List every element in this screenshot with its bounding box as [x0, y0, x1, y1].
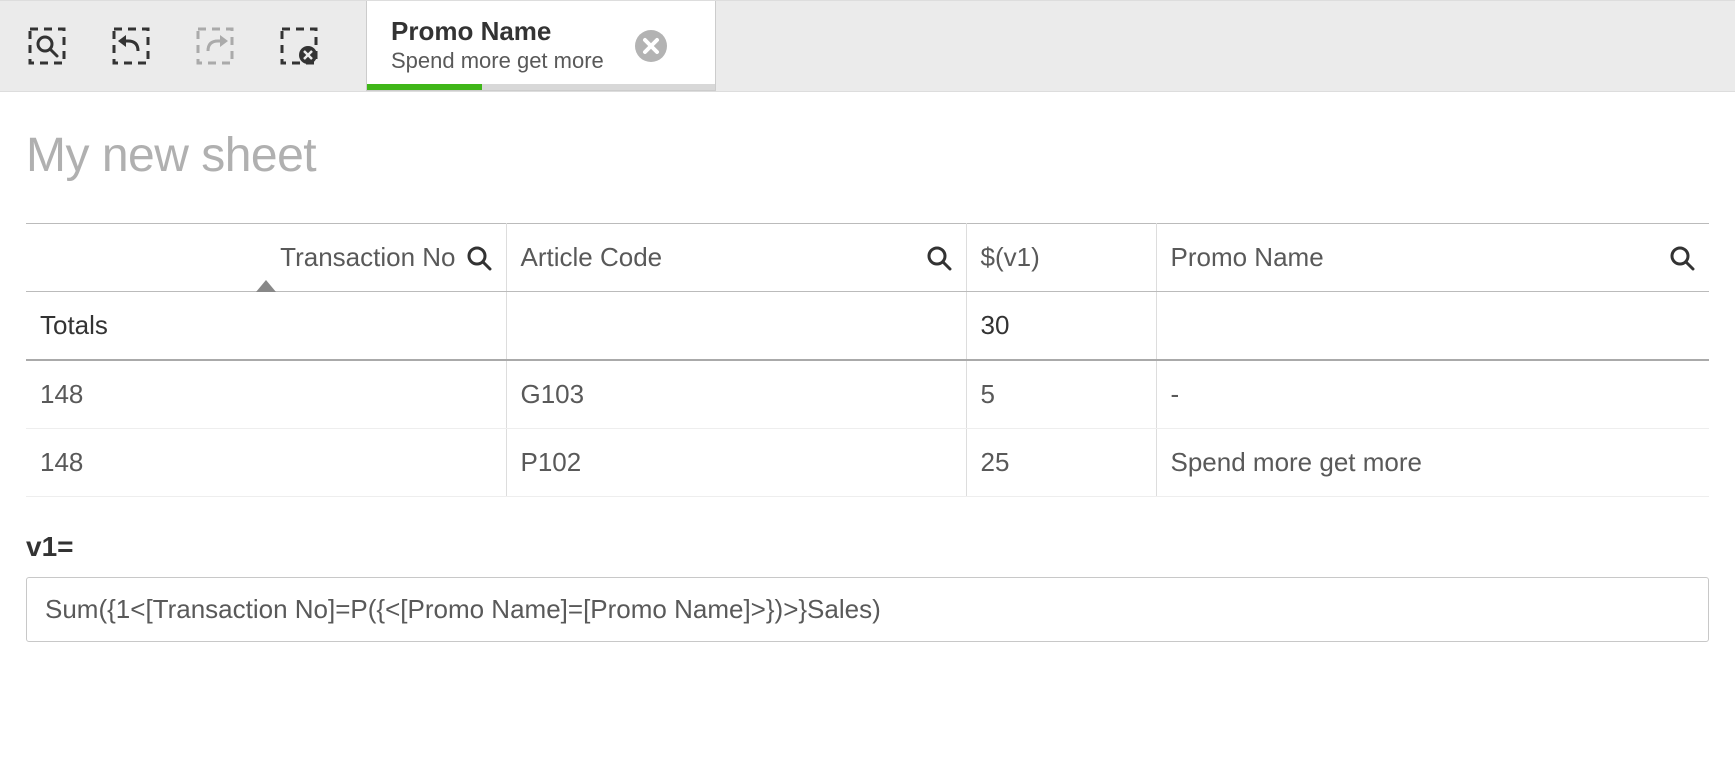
sheet-title[interactable]: My new sheet	[26, 128, 1709, 183]
totals-v1: 30	[966, 292, 1156, 361]
sort-asc-icon	[256, 280, 276, 292]
filter-progress-bar	[367, 84, 482, 90]
header-label: Promo Name	[1171, 242, 1660, 273]
redo-icon	[194, 25, 236, 67]
totals-row: Totals 30	[26, 292, 1709, 361]
search-icon	[926, 245, 952, 271]
search-icon	[466, 245, 492, 271]
header-label: Article Code	[521, 242, 916, 273]
toolbar-buttons	[0, 1, 346, 91]
search-icon	[1669, 245, 1695, 271]
step-back-button[interactable]	[108, 23, 154, 69]
column-search-button[interactable]	[466, 245, 492, 271]
cell-transaction: 148	[26, 360, 506, 429]
header-article[interactable]: Article Code	[506, 224, 966, 292]
table-row[interactable]: 148 P102 25 Spend more get more	[26, 429, 1709, 497]
step-forward-button[interactable]	[192, 23, 238, 69]
header-v1[interactable]: $(v1)	[966, 224, 1156, 292]
cell-article: G103	[506, 360, 966, 429]
table-row[interactable]: 148 G103 5 -	[26, 360, 1709, 429]
filter-chip-value: Spend more get more	[391, 47, 604, 76]
totals-article	[506, 292, 966, 361]
totals-promo	[1156, 292, 1709, 361]
close-circle-icon	[634, 29, 668, 63]
data-table: Transaction No Article Code	[26, 223, 1709, 497]
header-promo[interactable]: Promo Name	[1156, 224, 1709, 292]
expression-input[interactable]: Sum({1<[Transaction No]=P({<[Promo Name]…	[26, 577, 1709, 642]
selection-filter-chip[interactable]: Promo Name Spend more get more	[366, 1, 716, 91]
sheet-area: My new sheet Transaction No	[0, 92, 1735, 660]
cell-v1: 5	[966, 360, 1156, 429]
filter-chip-field: Promo Name	[391, 16, 604, 47]
cell-article: P102	[506, 429, 966, 497]
clear-selection-icon	[278, 25, 320, 67]
header-label: $(v1)	[981, 242, 1040, 272]
selection-search-icon	[26, 25, 68, 67]
cell-promo: Spend more get more	[1156, 429, 1709, 497]
filter-chip-text: Promo Name Spend more get more	[391, 16, 604, 76]
selection-toolbar: Promo Name Spend more get more	[0, 0, 1735, 92]
clear-selections-button[interactable]	[276, 23, 322, 69]
filter-chip-close-button[interactable]	[634, 29, 668, 63]
totals-label: Totals	[26, 292, 506, 361]
header-label: Transaction No	[40, 242, 456, 273]
variable-label: v1=	[26, 531, 1709, 563]
cell-transaction: 148	[26, 429, 506, 497]
header-transaction[interactable]: Transaction No	[26, 224, 506, 292]
table-header-row: Transaction No Article Code	[26, 224, 1709, 292]
smart-search-button[interactable]	[24, 23, 70, 69]
cell-v1: 25	[966, 429, 1156, 497]
column-search-button[interactable]	[926, 245, 952, 271]
cell-promo: -	[1156, 360, 1709, 429]
undo-icon	[110, 25, 152, 67]
column-search-button[interactable]	[1669, 245, 1695, 271]
